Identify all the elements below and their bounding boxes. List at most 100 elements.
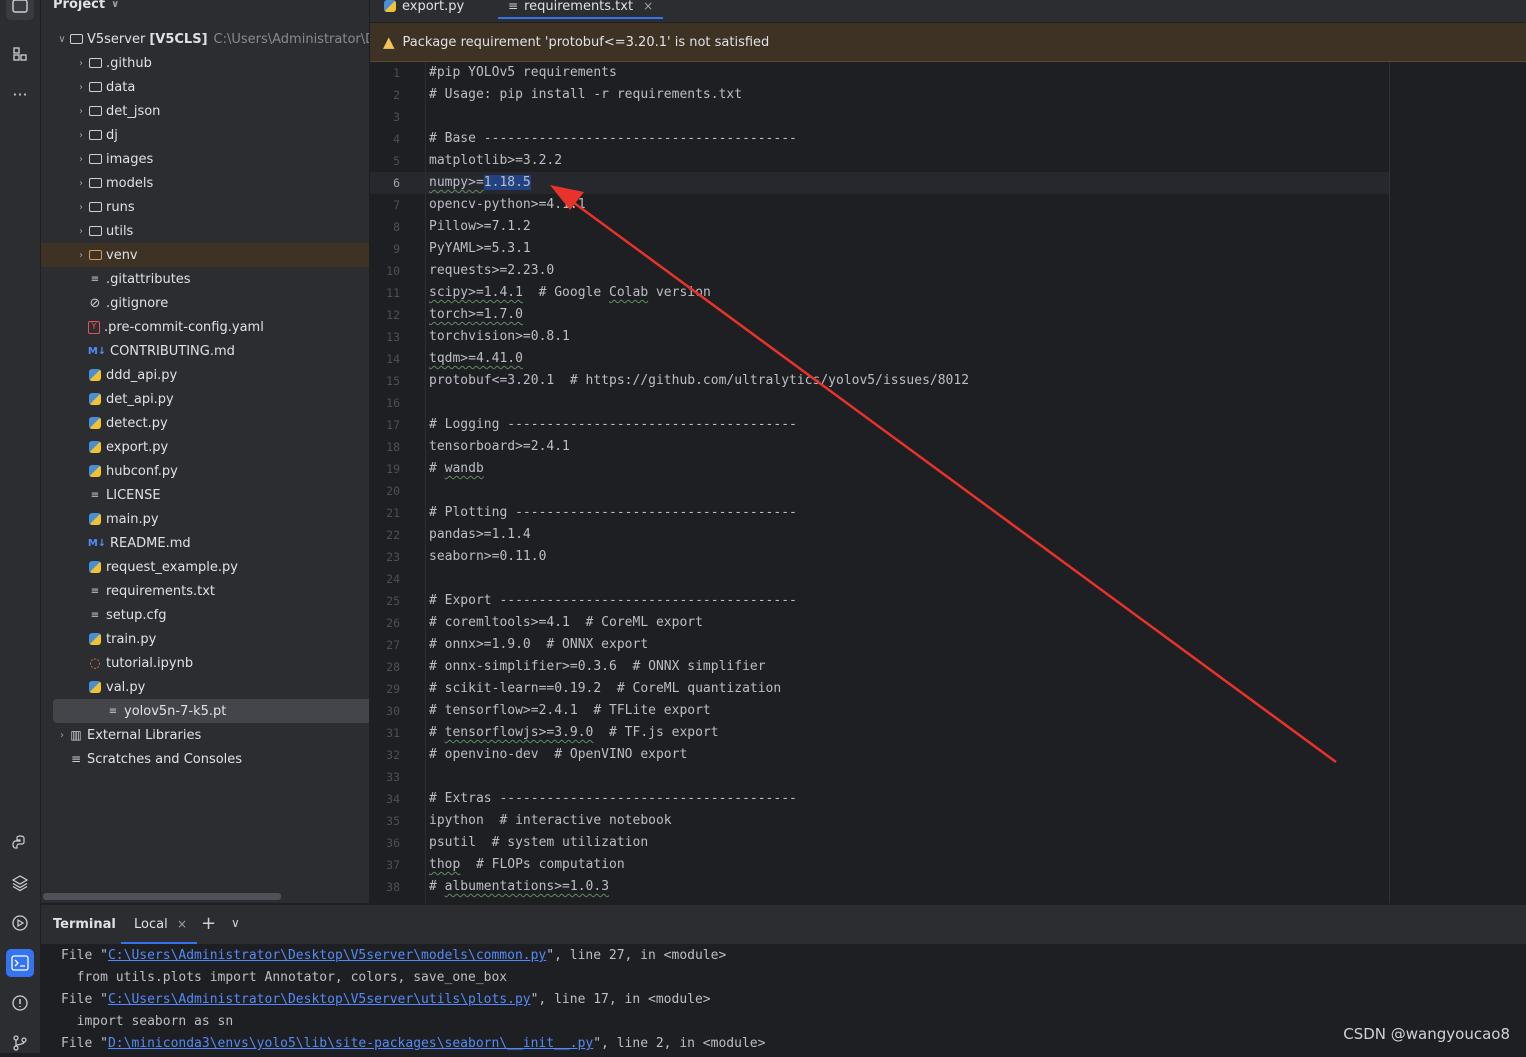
tree-item-label: .gitattributes	[106, 271, 191, 287]
code-line: torch>=1.7.0	[429, 307, 523, 322]
code-line: tqdm>=4.41.0	[429, 351, 523, 366]
line-number: 7	[393, 198, 400, 212]
new-terminal-plus-icon[interactable]: +	[201, 913, 216, 934]
code-line: #pip YOLOv5 requirements	[429, 65, 617, 80]
external-libraries-label: External Libraries	[87, 727, 202, 743]
tree-item[interactable]: main.py	[41, 507, 369, 531]
text-file-icon: ≡	[90, 609, 100, 621]
tree-item[interactable]: ≡ setup.cfg	[41, 603, 369, 627]
structure-icon[interactable]	[6, 40, 34, 68]
code-line: tensorboard>=2.4.1	[429, 439, 570, 454]
right-margin-guide	[1389, 62, 1390, 903]
scratches-icon: ≡	[70, 752, 82, 766]
file-path-link[interactable]: C:\Users\Administrator\Desktop\V5server\…	[108, 992, 531, 1007]
tree-item[interactable]: train.py	[41, 627, 369, 651]
code-line: matplotlib>=3.2.2	[429, 153, 563, 168]
code-line: # scikit-learn==0.19.2 # CoreML quantiza…	[429, 681, 782, 696]
tree-item[interactable]: hubconf.py	[41, 459, 369, 483]
tree-item[interactable]: › runs	[41, 195, 369, 219]
line-number: 36	[386, 836, 400, 850]
scratches-and-consoles[interactable]: ≡ Scratches and Consoles	[41, 747, 369, 771]
file-path-link[interactable]: C:\Users\Administrator\Desktop\V5server\…	[108, 948, 546, 963]
tree-item-label: det_api.py	[106, 391, 174, 407]
terminal-icon[interactable]	[6, 949, 34, 977]
chevron-down-icon[interactable]: ∨	[231, 916, 240, 930]
python-file-icon	[384, 0, 396, 12]
tab-requirements-txt[interactable]: ≡ requirements.txt ×	[497, 0, 664, 19]
terminal-text: from utils.plots import Annotator, color…	[61, 970, 508, 985]
chevron-right-icon: ›	[60, 729, 64, 741]
tree-item[interactable]: › data	[41, 75, 369, 99]
file-path-link[interactable]: D:\miniconda3\envs\yolo5\lib\site-packag…	[108, 1036, 593, 1051]
tree-item[interactable]: M↓ README.md	[41, 531, 369, 555]
tree-item[interactable]: ⊘ .gitignore	[41, 291, 369, 315]
tree-item[interactable]: M↓ CONTRIBUTING.md	[41, 339, 369, 363]
tree-item[interactable]: ddd_api.py	[41, 363, 369, 387]
tree-item[interactable]: ◌ tutorial.ipynb	[41, 651, 369, 675]
terminal-text: ", line 2, in <module>	[593, 1036, 766, 1051]
code-editor[interactable]: 1 2 3 4 5 6 7 8 9 10 11 12 13 14 15 16 17 18 19 20 21 22 23 24 2…	[370, 62, 1526, 903]
tree-item[interactable]: › venv	[41, 243, 369, 267]
code-line: opencv-python>=4.1.1	[429, 197, 586, 212]
horizontal-scrollbar[interactable]	[43, 893, 281, 900]
tree-root[interactable]: ∨ V5server [V5CLS] C:\Users\Administrato…	[41, 27, 369, 51]
text-file-icon: ≡	[108, 705, 118, 717]
line-number: 3	[393, 110, 400, 124]
terminal-output[interactable]: File "C:\Users\Administrator\Desktop\V5s…	[41, 944, 1526, 1053]
gutter-divider	[425, 62, 426, 903]
code-line: # albumentations>=1.0.3	[429, 879, 610, 894]
tree-item[interactable]: › dj	[41, 123, 369, 147]
project-panel: Project ∨ ∨ V5server [V5CLS] C:\Users\Ad…	[41, 0, 369, 903]
python-file-icon	[88, 560, 102, 574]
tree-item[interactable]: export.py	[41, 435, 369, 459]
tree-item[interactable]: detect.py	[41, 411, 369, 435]
terminal-line: File "D:\miniconda3\envs\yolo5\lib\site-…	[61, 1033, 765, 1055]
tree-item[interactable]: ≡ requirements.txt	[41, 579, 369, 603]
more-icon[interactable]: ···	[6, 80, 34, 108]
tree-item[interactable]: val.py	[41, 675, 369, 699]
code-line: PyYAML>=5.3.1	[429, 241, 531, 256]
line-number-gutter: 1 2 3 4 5 6 7 8 9 10 11 12 13 14 15 16 17 18 19 20 21 22 23 24 2…	[370, 62, 422, 903]
tree-item[interactable]: det_api.py	[41, 387, 369, 411]
python-file-icon	[88, 512, 102, 526]
close-icon[interactable]: ×	[177, 917, 187, 931]
tree-item[interactable]: ≡ yolov5n-7-k5.pt	[53, 699, 369, 723]
folder-icon	[88, 200, 102, 214]
line-number: 35	[386, 814, 400, 828]
tree-item-label: dj	[106, 127, 118, 143]
line-number: 15	[386, 374, 400, 388]
tree-item[interactable]: › det_json	[41, 99, 369, 123]
project-tool-icon[interactable]	[6, 0, 34, 20]
project-header[interactable]: Project ∨	[53, 0, 119, 14]
tree-item[interactable]: › models	[41, 171, 369, 195]
line-number: 29	[386, 682, 400, 696]
problems-icon[interactable]	[6, 989, 34, 1017]
tree-item-label: .github	[106, 55, 152, 71]
tree-item[interactable]: request_example.py	[41, 555, 369, 579]
line-number: 25	[386, 594, 400, 608]
tree-item[interactable]: Y .pre-commit-config.yaml	[41, 315, 369, 339]
line-number: 5	[393, 154, 400, 168]
tree-item-label: det_json	[106, 103, 161, 119]
selected-version: 1.18.5	[483, 175, 531, 190]
line-number: 16	[386, 396, 400, 410]
terminal-line: from utils.plots import Annotator, color…	[61, 967, 507, 989]
services-icon[interactable]	[6, 909, 34, 937]
tree-item[interactable]: › .github	[41, 51, 369, 75]
close-icon[interactable]: ×	[643, 0, 653, 13]
code-line: seaborn>=0.11.0	[429, 549, 547, 564]
tab-export-py[interactable]: export.py	[384, 0, 464, 17]
scratches-label: Scratches and Consoles	[87, 751, 243, 767]
line-number: 18	[386, 440, 400, 454]
tree-item[interactable]: ≡ LICENSE	[41, 483, 369, 507]
tree-item[interactable]: › images	[41, 147, 369, 171]
line-number: 20	[386, 484, 400, 498]
tree-item[interactable]: › utils	[41, 219, 369, 243]
layers-icon[interactable]	[6, 869, 34, 897]
external-libraries[interactable]: › ▥ External Libraries	[41, 723, 369, 747]
chevron-right-icon: ›	[79, 81, 83, 93]
tree-item[interactable]: ≡ .gitattributes	[41, 267, 369, 291]
python-console-icon[interactable]	[6, 829, 34, 857]
tree-item-label: data	[106, 79, 136, 95]
terminal-tab-local[interactable]: Local ×	[121, 905, 197, 944]
